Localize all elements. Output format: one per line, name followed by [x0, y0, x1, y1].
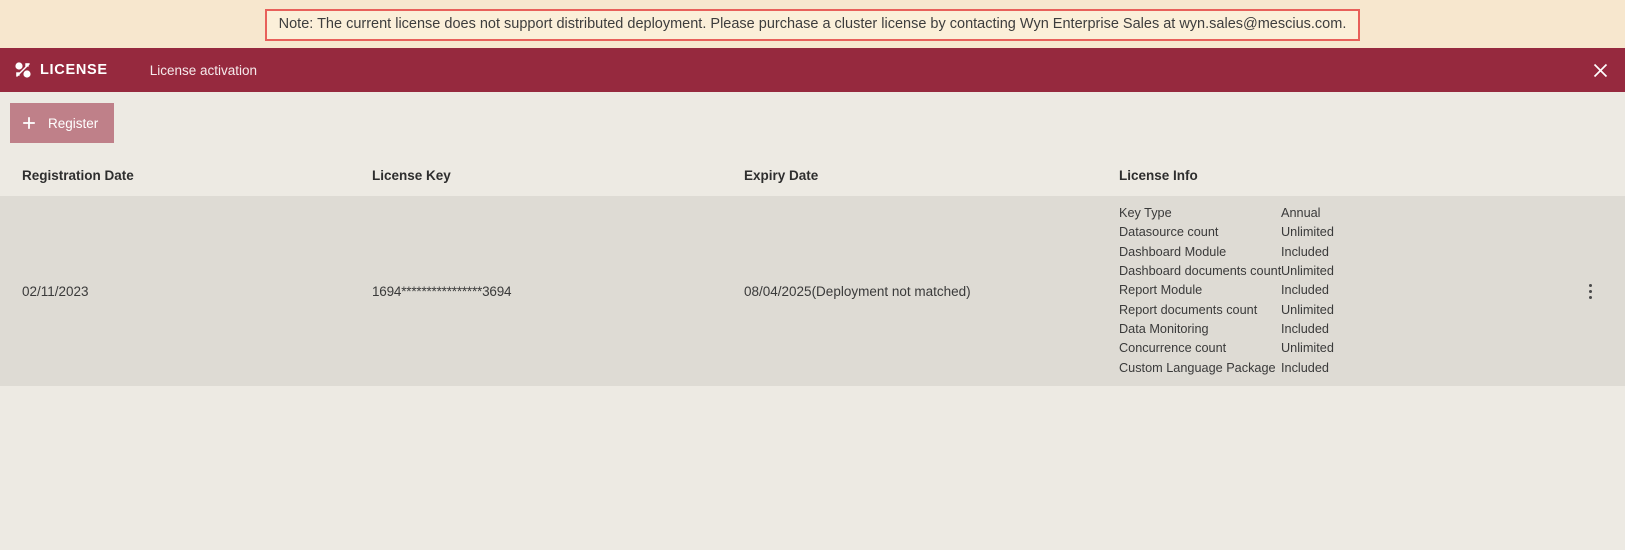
license-info-label: Datasource count [1119, 225, 1219, 240]
kebab-dot [1588, 283, 1592, 287]
license-info-value: Annual [1281, 206, 1321, 221]
license-activation-page: Note: The current license does not suppo… [0, 0, 1625, 550]
column-header-registration-date: Registration Date [22, 167, 134, 183]
cell-registration-date: 02/11/2023 [22, 283, 89, 299]
license-notice-message: Note: The current license does not suppo… [264, 8, 1361, 42]
plus-icon [22, 116, 36, 130]
brand-title: LICENSE [40, 62, 108, 78]
license-info-value: Included [1281, 321, 1329, 336]
license-info-label: Report Module [1119, 283, 1203, 298]
license-info-value: Unlimited [1281, 341, 1334, 356]
license-info-label: Concurrence count [1119, 341, 1227, 356]
license-toolbar: Register [0, 92, 1625, 154]
license-info-label: Report documents count [1119, 302, 1258, 317]
close-icon[interactable] [1585, 55, 1615, 85]
license-info-value: Included [1281, 360, 1329, 375]
register-button[interactable]: Register [10, 103, 115, 143]
kebab-menu-icon[interactable] [1579, 278, 1601, 304]
license-info-label: Custom Language Package [1119, 360, 1276, 375]
license-info-list: Key Type Annual Datasource count Unlimit… [1119, 204, 1625, 378]
license-header: LICENSE License activation [0, 48, 1625, 92]
column-header-license-key: License Key [372, 167, 451, 183]
register-button-label: Register [48, 115, 99, 131]
license-info-label: Key Type [1119, 206, 1172, 221]
table-row[interactable]: 02/11/2023 1694****************3694 08/0… [0, 196, 1625, 386]
cell-license-info: Key Type Annual Datasource count Unlimit… [1119, 204, 1625, 378]
column-header-license-info: License Info [1119, 167, 1198, 183]
kebab-dot [1588, 295, 1592, 299]
cell-expiry-date: 08/04/2025(Deployment not matched) [744, 283, 971, 299]
kebab-dot [1588, 289, 1592, 293]
table-header-row: Registration Date License Key Expiry Dat… [0, 154, 1625, 196]
license-info-value: Included [1281, 244, 1329, 259]
license-info-label: Data Monitoring [1119, 321, 1209, 336]
license-info-value: Unlimited [1281, 225, 1334, 240]
cell-license-key: 1694****************3694 [372, 283, 512, 299]
license-info-value: Unlimited [1281, 264, 1334, 279]
license-info-label: Dashboard documents count [1119, 264, 1282, 279]
column-header-expiry-date: Expiry Date [744, 167, 819, 183]
header-subtitle: License activation [149, 62, 258, 78]
brand: LICENSE [14, 61, 108, 79]
license-puzzle-icon [14, 61, 32, 79]
license-info-value: Included [1281, 283, 1329, 298]
license-notice-bar: Note: The current license does not suppo… [0, 0, 1625, 48]
license-info-value: Unlimited [1281, 302, 1334, 317]
license-info-label: Dashboard Module [1119, 244, 1227, 259]
license-table: Registration Date License Key Expiry Dat… [0, 154, 1625, 550]
